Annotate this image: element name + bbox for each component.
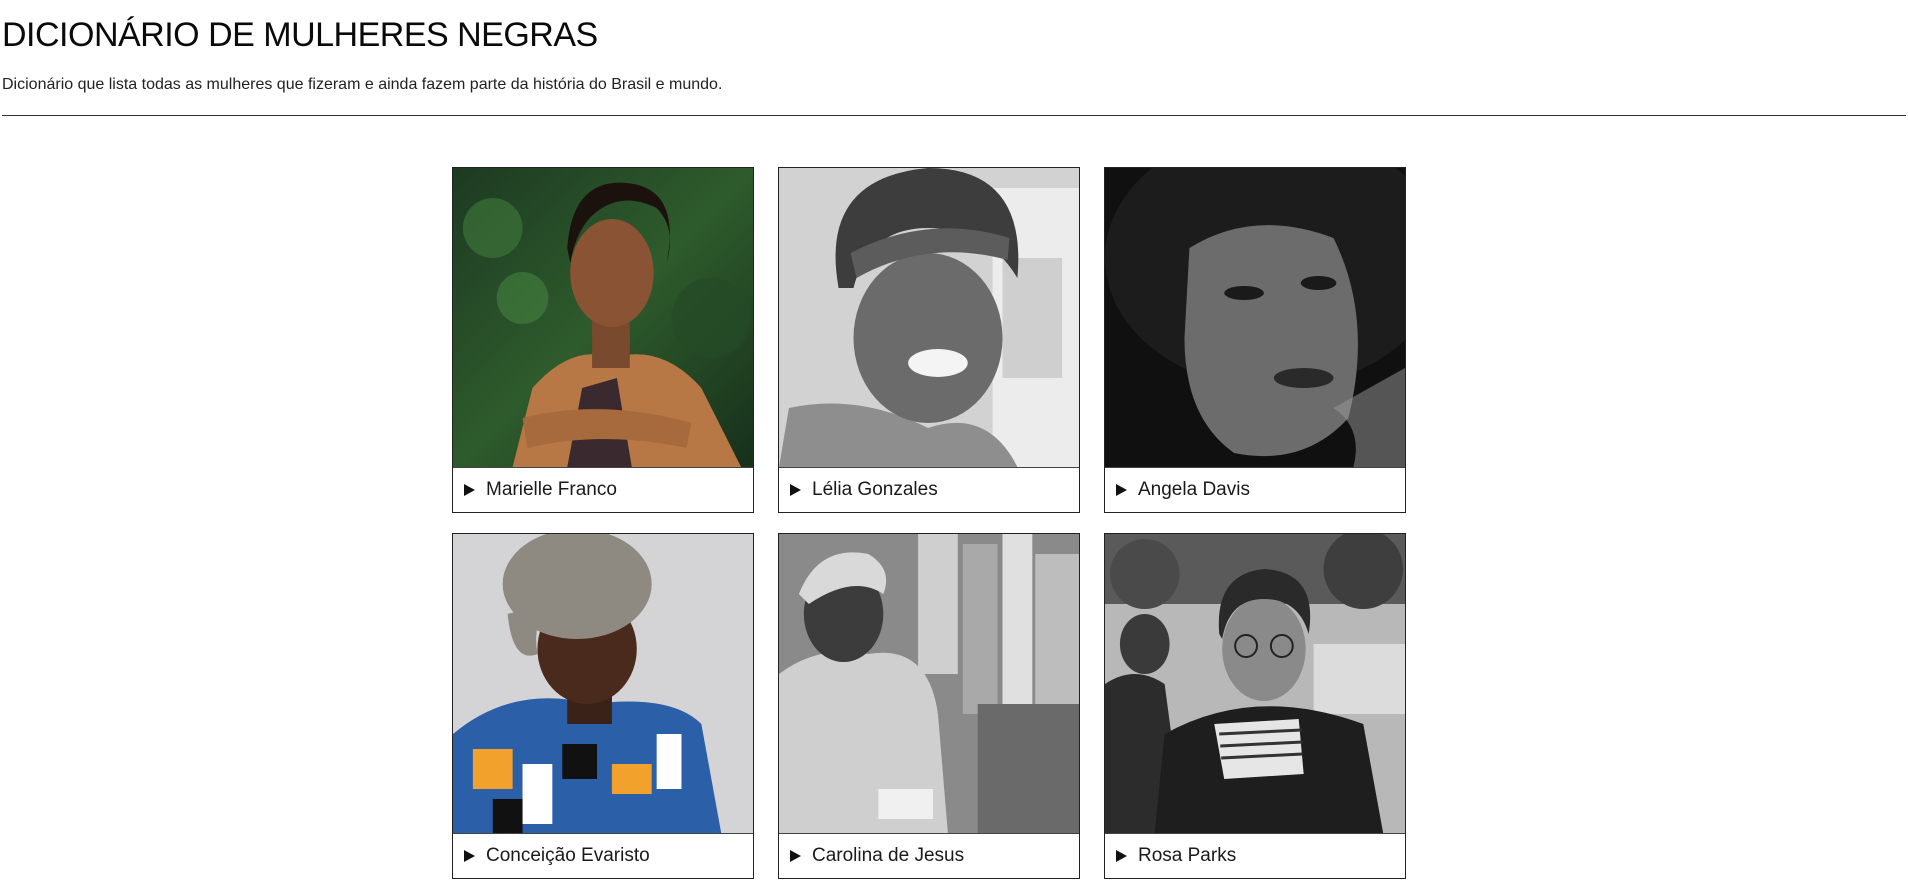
card-lelia-gonzales[interactable]: Lélia Gonzales	[778, 167, 1080, 513]
portrait-photo	[779, 168, 1079, 468]
portrait-photo	[779, 534, 1079, 834]
card-angela-davis[interactable]: Angela Davis	[1104, 167, 1406, 513]
portrait-photo	[1105, 168, 1405, 468]
card-name: Conceição Evaristo	[486, 845, 650, 866]
card-marielle-franco[interactable]: Marielle Franco	[452, 167, 754, 513]
play-triangle-icon	[790, 850, 801, 862]
card-name: Angela Davis	[1138, 479, 1250, 500]
card-summary[interactable]: Carolina de Jesus	[779, 834, 1079, 878]
play-triangle-icon	[1116, 850, 1127, 862]
portrait-photo	[1105, 534, 1405, 834]
page: DICIONÁRIO DE MULHERES NEGRAS Dicionário…	[0, 0, 1908, 889]
play-triangle-icon	[464, 484, 475, 496]
play-triangle-icon	[790, 484, 801, 496]
play-triangle-icon	[1116, 484, 1127, 496]
women-grid: Marielle Franco Lélia Gonzales Angela Da…	[452, 167, 1406, 879]
portrait-photo	[453, 534, 753, 834]
card-name: Marielle Franco	[486, 479, 617, 500]
card-rosa-parks[interactable]: Rosa Parks	[1104, 533, 1406, 879]
page-title: DICIONÁRIO DE MULHERES NEGRAS	[2, 16, 598, 54]
page-subtitle: Dicionário que lista todas as mulheres q…	[2, 76, 723, 93]
play-triangle-icon	[464, 850, 475, 862]
card-summary[interactable]: Conceição Evaristo	[453, 834, 753, 878]
card-summary[interactable]: Marielle Franco	[453, 468, 753, 512]
card-summary[interactable]: Lélia Gonzales	[779, 468, 1079, 512]
card-conceicao-evaristo[interactable]: Conceição Evaristo	[452, 533, 754, 879]
portrait-photo	[453, 168, 753, 468]
card-name: Carolina de Jesus	[812, 845, 965, 866]
card-summary[interactable]: Angela Davis	[1105, 468, 1405, 512]
card-carolina-de-jesus[interactable]: Carolina de Jesus	[778, 533, 1080, 879]
card-summary[interactable]: Rosa Parks	[1105, 834, 1405, 878]
card-name: Lélia Gonzales	[812, 479, 938, 500]
header-divider	[2, 115, 1906, 116]
card-name: Rosa Parks	[1138, 845, 1237, 866]
